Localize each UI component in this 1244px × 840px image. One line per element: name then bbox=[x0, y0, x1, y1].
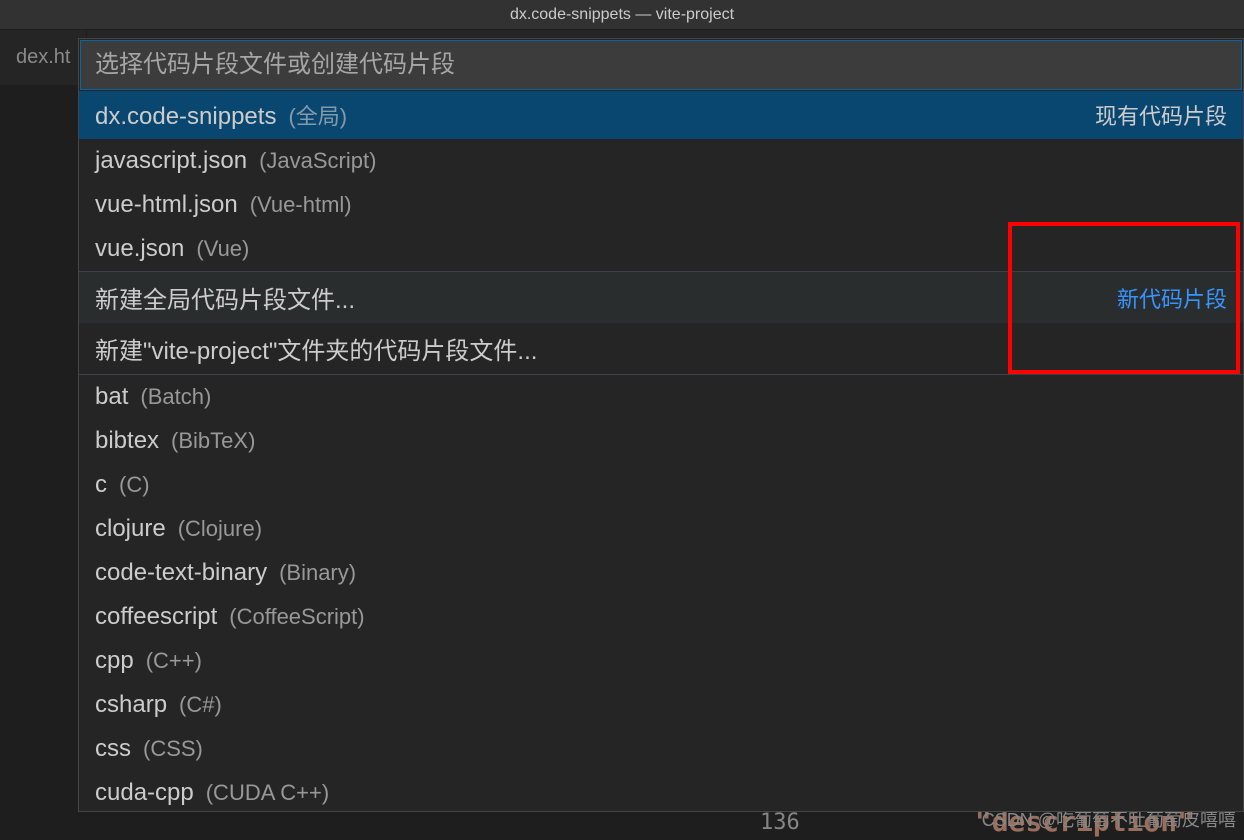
snippet-list-item[interactable]: vue.json (Vue) bbox=[79, 227, 1243, 271]
title-bar: dx.code-snippets — vite-project bbox=[0, 0, 1244, 30]
item-name: clojure bbox=[95, 515, 166, 543]
item-detail: (Vue-html) bbox=[250, 192, 352, 218]
item-name: 新建全局代码片段文件... bbox=[95, 280, 355, 315]
item-name: dx.code-snippets bbox=[95, 103, 276, 131]
item-name: cpp bbox=[95, 647, 134, 675]
snippet-list-item[interactable]: c (C) bbox=[79, 463, 1243, 507]
window-title: dx.code-snippets — vite-project bbox=[510, 6, 734, 24]
item-left: javascript.json (JavaScript) bbox=[95, 147, 376, 175]
item-detail: (Clojure) bbox=[178, 516, 262, 542]
item-left: coffeescript (CoffeeScript) bbox=[95, 603, 365, 631]
item-left: 新建"vite-project"文件夹的代码片段文件... bbox=[95, 331, 537, 366]
snippet-list-item[interactable]: 新建全局代码片段文件... 新代码片段 bbox=[79, 272, 1243, 323]
item-left: csharp (C#) bbox=[95, 691, 222, 719]
item-left: vue-html.json (Vue-html) bbox=[95, 191, 352, 219]
item-name: coffeescript bbox=[95, 603, 217, 631]
item-left: bat (Batch) bbox=[95, 383, 211, 411]
snippet-list-item[interactable]: bat (Batch) bbox=[79, 375, 1243, 419]
item-left: c (C) bbox=[95, 471, 150, 499]
command-palette: dx.code-snippets (全局) 现有代码片段 javascript.jso… bbox=[78, 38, 1244, 812]
item-detail: (BibTeX) bbox=[171, 428, 255, 454]
snippet-list-item[interactable]: clojure (Clojure) bbox=[79, 507, 1243, 551]
item-name: code-text-binary bbox=[95, 559, 267, 587]
item-detail: (C#) bbox=[179, 692, 222, 718]
item-name: vue.json bbox=[95, 235, 184, 263]
item-detail: (Batch) bbox=[140, 384, 211, 410]
snippet-list-item[interactable]: cuda-cpp (CUDA C++) bbox=[79, 771, 1243, 811]
item-left: 新建全局代码片段文件... bbox=[95, 280, 355, 315]
snippet-list-item[interactable]: javascript.json (JavaScript) bbox=[79, 139, 1243, 183]
item-detail: (CoffeeScript) bbox=[229, 604, 364, 630]
item-left: cpp (C++) bbox=[95, 647, 202, 675]
snippet-list-item[interactable]: css (CSS) bbox=[79, 727, 1243, 771]
snippet-list: dx.code-snippets (全局) 现有代码片段 javascript.jso… bbox=[79, 91, 1243, 811]
item-detail: (Binary) bbox=[279, 560, 356, 586]
snippet-list-item[interactable]: code-text-binary (Binary) bbox=[79, 551, 1243, 595]
item-detail: (Vue) bbox=[196, 236, 249, 262]
item-name: vue-html.json bbox=[95, 191, 238, 219]
snippet-list-item[interactable]: vue-html.json (Vue-html) bbox=[79, 183, 1243, 227]
item-name: 新建"vite-project"文件夹的代码片段文件... bbox=[95, 331, 537, 366]
item-name: javascript.json bbox=[95, 147, 247, 175]
item-left: dx.code-snippets (全局) bbox=[95, 99, 347, 131]
item-left: css (CSS) bbox=[95, 735, 203, 763]
item-left: clojure (Clojure) bbox=[95, 515, 262, 543]
item-detail: (CSS) bbox=[143, 736, 203, 762]
category-new-label: 新代码片段 bbox=[1117, 282, 1227, 314]
item-left: cuda-cpp (CUDA C++) bbox=[95, 779, 329, 807]
item-detail: (C++) bbox=[146, 648, 202, 674]
item-name: bibtex bbox=[95, 427, 159, 455]
editor-gutter bbox=[0, 85, 75, 840]
item-name: css bbox=[95, 735, 131, 763]
snippet-list-item[interactable]: dx.code-snippets (全局) 现有代码片段 bbox=[79, 91, 1243, 139]
snippet-list-item[interactable]: bibtex (BibTeX) bbox=[79, 419, 1243, 463]
item-detail: (全局) bbox=[288, 99, 347, 131]
snippet-list-item[interactable]: csharp (C#) bbox=[79, 683, 1243, 727]
snippet-list-item[interactable]: coffeescript (CoffeeScript) bbox=[79, 595, 1243, 639]
snippet-list-item[interactable]: cpp (C++) bbox=[79, 639, 1243, 683]
category-existing-label: 现有代码片段 bbox=[1095, 99, 1227, 131]
item-left: vue.json (Vue) bbox=[95, 235, 249, 263]
item-left: bibtex (BibTeX) bbox=[95, 427, 255, 455]
item-name: csharp bbox=[95, 691, 167, 719]
item-name: c bbox=[95, 471, 107, 499]
snippet-search-input[interactable] bbox=[80, 40, 1242, 90]
item-name: cuda-cpp bbox=[95, 779, 194, 807]
tab-label: dex.ht bbox=[16, 46, 70, 69]
item-detail: (JavaScript) bbox=[259, 148, 376, 174]
item-name: bat bbox=[95, 383, 128, 411]
snippet-list-item[interactable]: 新建"vite-project"文件夹的代码片段文件... bbox=[79, 323, 1243, 374]
editor-tab[interactable]: dex.ht bbox=[0, 30, 87, 85]
item-detail: (CUDA C++) bbox=[206, 780, 329, 806]
item-detail: (C) bbox=[119, 472, 150, 498]
item-left: code-text-binary (Binary) bbox=[95, 559, 356, 587]
